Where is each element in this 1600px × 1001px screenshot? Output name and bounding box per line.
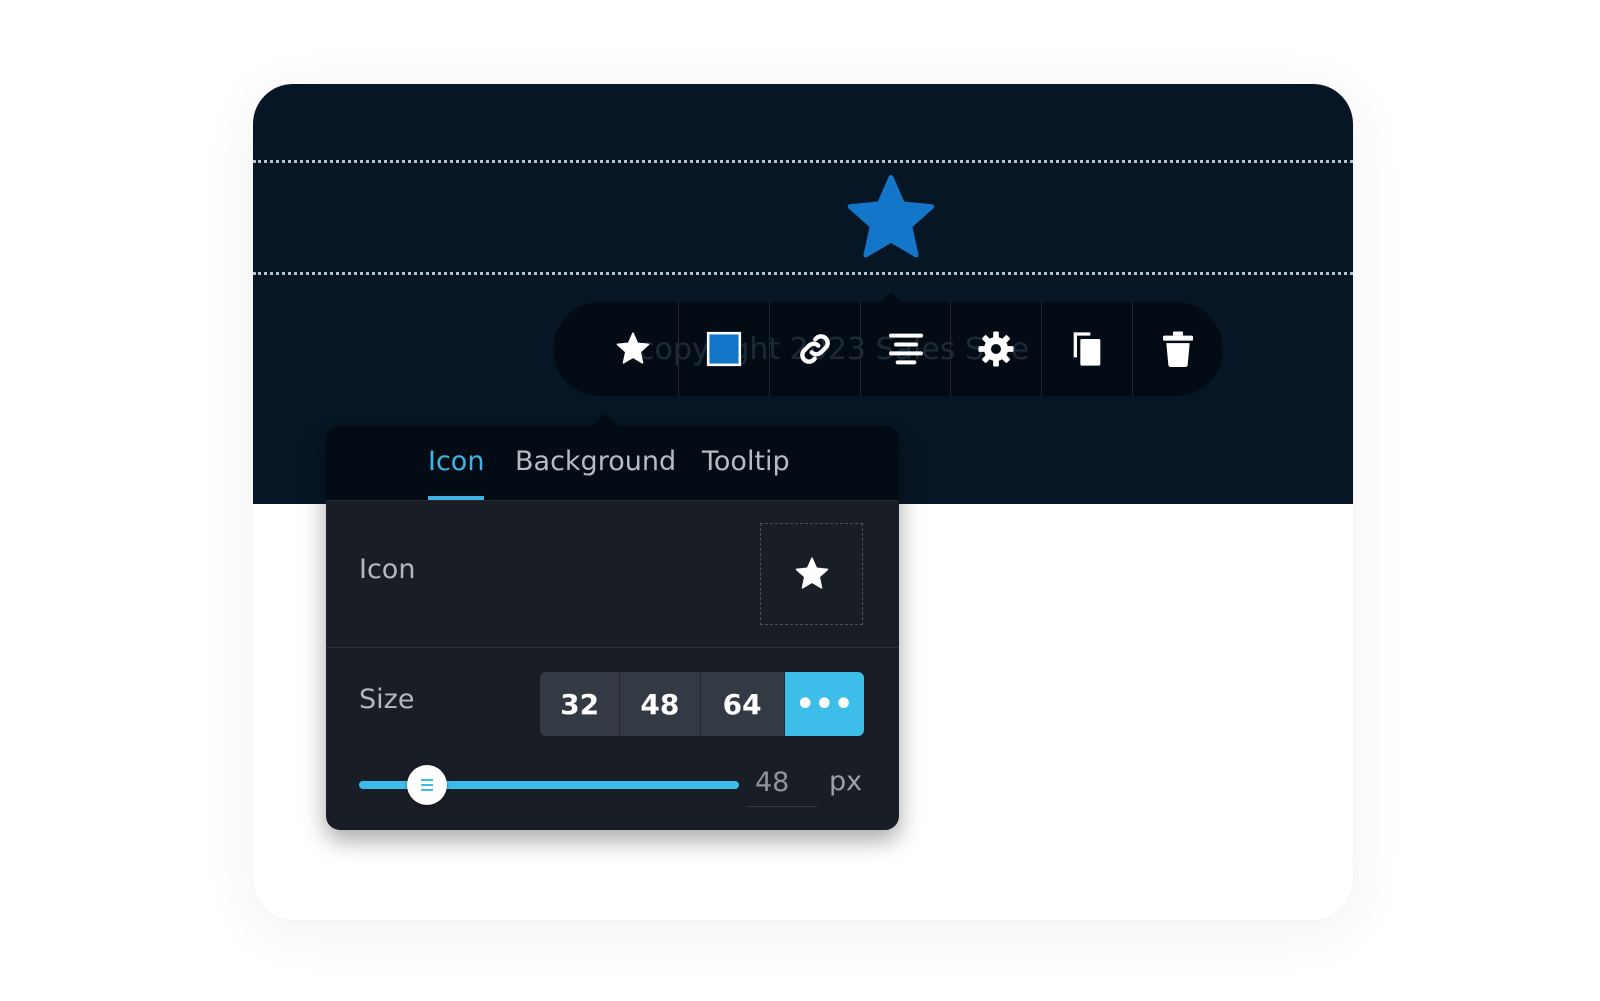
tab-icon[interactable]: Icon xyxy=(428,446,485,500)
tab-tooltip[interactable]: Tooltip xyxy=(702,446,790,500)
size-option-64[interactable]: 64 xyxy=(700,672,785,736)
align-center-icon xyxy=(888,333,923,365)
toolbar-settings-button[interactable] xyxy=(951,302,1043,396)
selected-star-icon[interactable] xyxy=(841,171,941,267)
toolbar-background-button[interactable] xyxy=(679,302,770,396)
icon-row: Icon xyxy=(326,501,899,648)
guide-line-top xyxy=(253,160,1353,163)
icon-settings-popup: Icon Background Tooltip Icon Size 32 48 … xyxy=(326,426,899,830)
icon-row-label: Icon xyxy=(359,554,416,585)
star-icon xyxy=(616,332,650,364)
size-value-input[interactable] xyxy=(747,759,817,807)
size-option-32[interactable]: 32 xyxy=(540,672,621,736)
gear-icon xyxy=(978,331,1014,367)
toolbar-delete-button[interactable] xyxy=(1133,302,1223,396)
trash-icon xyxy=(1163,331,1194,368)
square-icon xyxy=(706,331,741,367)
toolbar-icon-button[interactable] xyxy=(588,302,679,396)
size-option-48[interactable]: 48 xyxy=(620,672,701,736)
popup-tab-bar: Icon Background Tooltip xyxy=(326,426,899,501)
size-slider-thumb[interactable] xyxy=(407,765,448,805)
copy-icon xyxy=(1073,332,1101,366)
guide-line-bottom xyxy=(253,272,1353,275)
grip-lines-icon xyxy=(421,779,434,791)
popup-pointer xyxy=(593,414,617,426)
size-more-button[interactable]: ••• xyxy=(784,672,864,736)
star-icon xyxy=(795,557,828,589)
toolbar-link-button[interactable] xyxy=(770,302,861,396)
link-icon xyxy=(799,334,830,364)
size-row-label: Size xyxy=(359,684,415,715)
icon-picker[interactable] xyxy=(760,523,863,625)
canvas-card: copyright 2023 Sales Sale Icon Backgroun… xyxy=(253,84,1353,920)
toolbar-pointer xyxy=(881,292,901,302)
size-unit-label: px xyxy=(829,766,863,797)
floating-toolbar: copyright 2023 Sales Sale xyxy=(553,302,1223,396)
toolbar-duplicate-button[interactable] xyxy=(1042,302,1134,396)
tab-background[interactable]: Background xyxy=(515,446,676,500)
toolbar-align-button[interactable] xyxy=(861,302,952,396)
size-preset-group: 32 48 64 ••• xyxy=(540,672,864,736)
